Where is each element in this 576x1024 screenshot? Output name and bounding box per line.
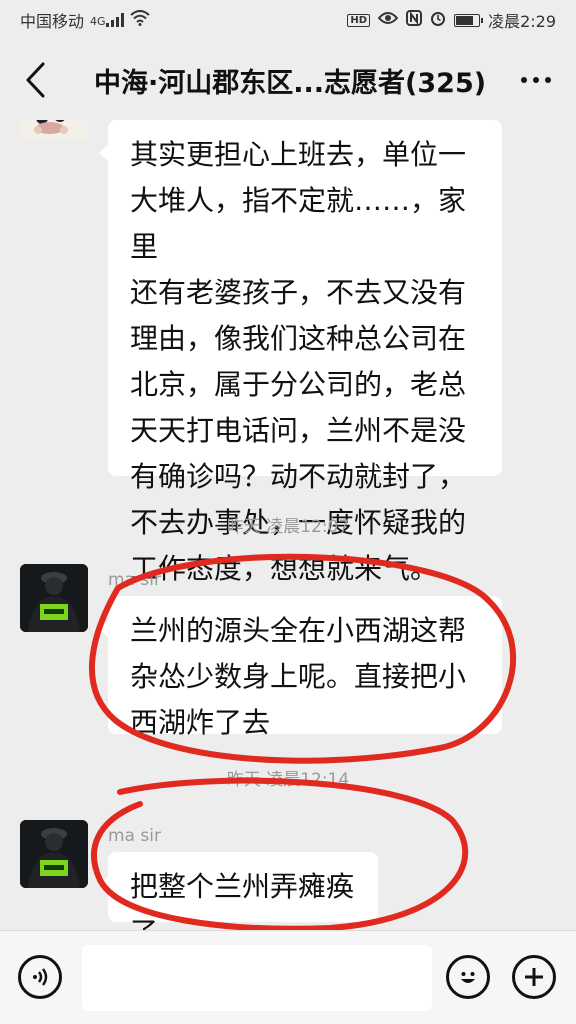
message-line: 有确诊吗？动不动就封了， [130, 460, 467, 493]
plus-icon [525, 968, 543, 986]
message-bubble[interactable]: 其实更担心上班去，单位一 大堆人，指不定就……，家里 还有老婆孩子，不去又没有 … [99, 120, 502, 585]
avatar[interactable] [20, 820, 88, 888]
battery-icon [454, 13, 484, 27]
police-avatar-icon [20, 820, 88, 888]
message-line: 大堆人，指不定就……，家里 [130, 184, 467, 263]
network-type: 4G [90, 14, 106, 28]
emoji-icon [461, 972, 475, 983]
voice-button[interactable] [18, 955, 62, 999]
message-line: 兰州的源头全在小西湖这帮 [130, 614, 467, 647]
message-line: 工作态度，想想就来气。 [130, 552, 439, 585]
chat-title: 中海·河山郡东区...志愿者(325) [94, 67, 487, 99]
wifi-icon [129, 10, 150, 30]
carrier-label: 中国移动 [20, 12, 85, 31]
back-button[interactable] [0, 40, 70, 120]
status-bar: 中国移动 4G HD 凌晨2:29 [0, 0, 576, 40]
emoji-button[interactable] [446, 955, 490, 999]
message-line: 北京，属于分公司的，老总 [130, 368, 467, 401]
eye-icon [377, 11, 399, 29]
message-input[interactable] [82, 945, 432, 1011]
voice-icon [33, 968, 48, 986]
status-left: 中国移动 4G [20, 8, 150, 32]
more-dot [533, 77, 539, 83]
message-line: 天天打电话问，兰州不是没 [130, 414, 467, 447]
chevron-left-icon [26, 62, 45, 98]
message-line: 杂怂少数身上呢。直接把小 [130, 660, 467, 693]
hd-icon: HD [347, 13, 371, 27]
more-dot [545, 77, 551, 83]
plus-button[interactable] [512, 955, 556, 999]
more-dots-icon [521, 77, 527, 83]
message-line: 还有老婆孩子，不去又没有 [130, 276, 467, 309]
avatar[interactable] [20, 120, 88, 140]
nfc-icon [406, 10, 423, 30]
sender-name: ma sir [108, 570, 161, 590]
message-line: 理由，像我们这种总公司在 [130, 322, 467, 355]
battery-fill [456, 15, 473, 25]
timestamp: 昨天 凌晨12:14 [226, 770, 350, 790]
chat-header: 中海·河山郡东区...志愿者(325) [0, 40, 576, 120]
timestamp: 昨天 凌晨12:07 [226, 517, 350, 537]
alarm-icon [430, 10, 446, 30]
input-bar [0, 930, 576, 1024]
clock-time: 凌晨2:29 [488, 12, 556, 31]
chat-area[interactable]: 其实更担心上班去，单位一 大堆人，指不定就……，家里 还有老婆孩子，不去又没有 … [0, 120, 576, 930]
avatar[interactable] [20, 564, 88, 632]
message-line: 把整个兰州弄瘫痪了 [130, 870, 355, 930]
sender-name: ma sir [108, 826, 161, 846]
cartoon-avatar-icon [34, 120, 68, 134]
message-line: 西湖炸了去 [130, 706, 271, 739]
police-avatar-icon [20, 564, 88, 632]
message-bubble[interactable]: 把整个兰州弄瘫痪了 [99, 852, 378, 930]
more-button[interactable] [496, 40, 576, 120]
signal-icon: 4G [90, 12, 124, 28]
status-right: HD 凌晨2:29 [347, 8, 556, 32]
message-bubble[interactable]: 兰州的源头全在小西湖这帮 杂怂少数身上呢。直接把小 西湖炸了去 [99, 596, 502, 739]
message-line: 其实更担心上班去，单位一 [130, 138, 467, 171]
